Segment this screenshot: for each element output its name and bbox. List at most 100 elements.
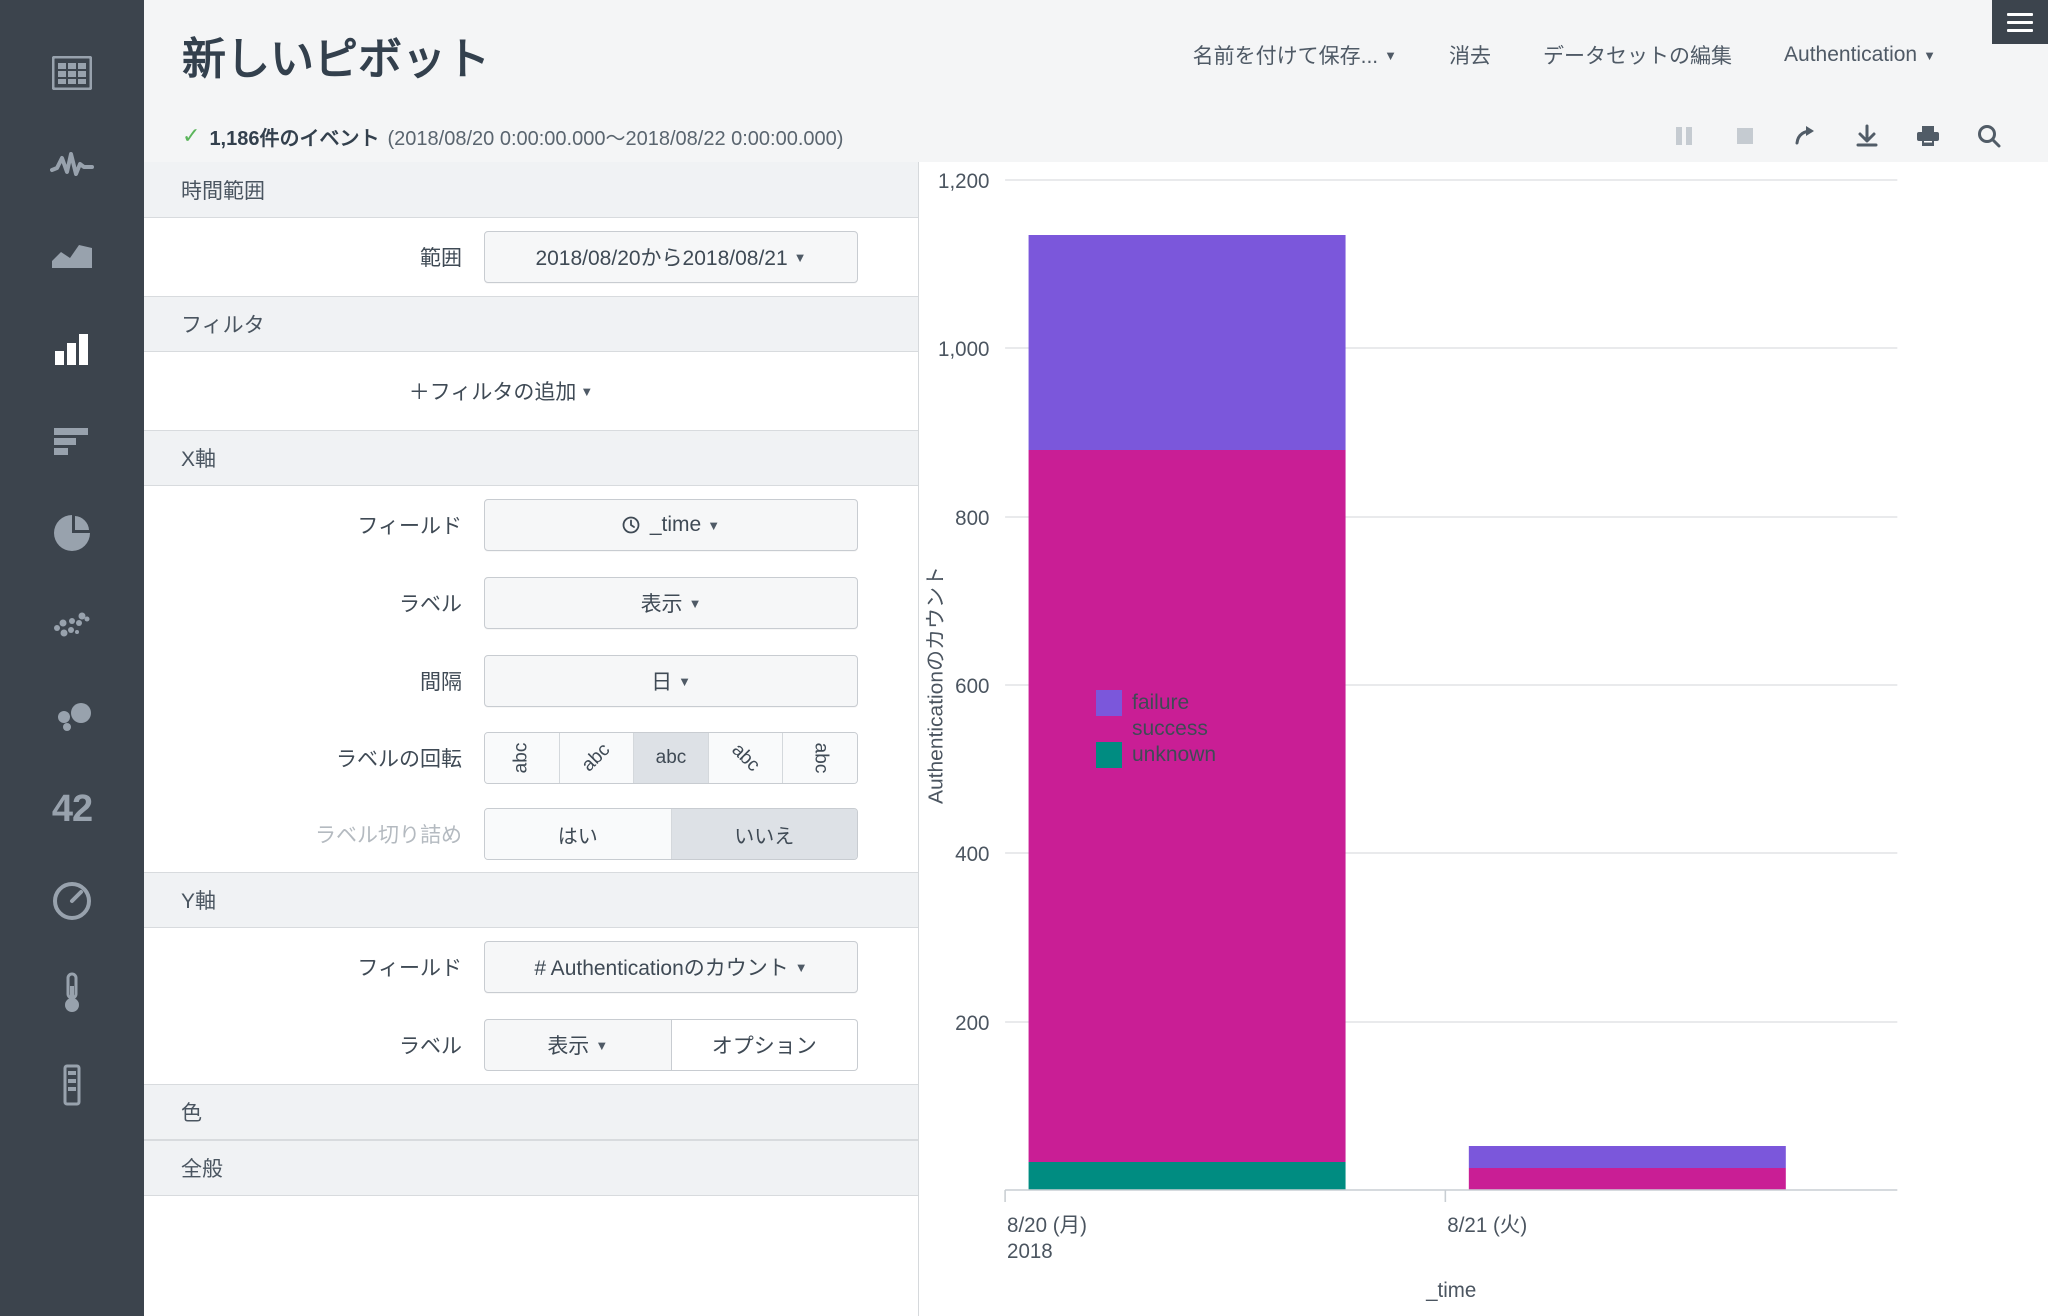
truncate-option-yes-label: はい	[557, 825, 598, 848]
chevron-down-icon: ▼	[1384, 47, 1398, 63]
range-label: 範囲	[420, 247, 462, 270]
sidebar-item-gauge-radial[interactable]	[35, 868, 109, 934]
legend-swatch-unknown[interactable]	[1096, 742, 1122, 768]
sidebar-item-horizontal-bar[interactable]	[35, 408, 109, 474]
rotation-option-3[interactable]: abc	[708, 733, 784, 783]
bar-segment-success-1	[1468, 1168, 1786, 1190]
clear-button[interactable]: 消去	[1449, 40, 1491, 70]
content-body: 時間範囲 範囲 2018/08/20から2018/08/21 ▼ フィルタ ＋フ…	[144, 162, 2048, 1316]
chevron-down-icon: ▼	[794, 959, 808, 975]
section-filter: フィルタ	[144, 296, 918, 352]
print-icon[interactable]	[1915, 123, 1941, 149]
x-label-value: 表示	[640, 593, 683, 616]
sidebar-item-scatter[interactable]	[35, 592, 109, 658]
rotation-option-1[interactable]: abc	[559, 733, 635, 783]
row-label-rotation: ラベルの回転 abc abc abc abc abc	[144, 720, 918, 796]
add-filter-button[interactable]: ＋フィルタの追加 ▼	[144, 365, 858, 417]
x-field-select[interactable]: _time ▼	[484, 499, 858, 551]
x-axis-line	[1004, 1189, 1898, 1202]
row-y-label: ラベル 表示 ▼ オプション	[144, 1006, 918, 1084]
single-value-label: 42	[51, 787, 93, 830]
app-header: 新しいピボット 名前を付けて保存... ▼ 消去 データセットの編集 Authe…	[144, 0, 2048, 110]
pause-icon[interactable]	[1671, 123, 1697, 149]
section-color: 色	[144, 1084, 918, 1140]
x-interval-value: 日	[651, 671, 673, 694]
svg-text:1,000: 1,000	[938, 338, 989, 361]
bar-segment-success-0	[1028, 450, 1346, 1162]
sidebar-item-bubble[interactable]	[35, 684, 109, 750]
rotation-option-4-label: abc	[810, 742, 832, 774]
y-label-options-button[interactable]: オプション	[671, 1019, 858, 1071]
y-label-options-label: オプション	[711, 1035, 817, 1058]
save-as-menu[interactable]: 名前を付けて保存... ▼	[1193, 40, 1397, 70]
sidebar-item-line[interactable]	[35, 132, 109, 198]
share-icon[interactable]	[1793, 123, 1819, 149]
sidebar-item-table[interactable]	[35, 40, 109, 106]
x-tick-labels: 8/20 (月) 2018 8/21 (火)	[1007, 1214, 1527, 1263]
chevron-down-icon: ▼	[595, 1037, 609, 1053]
y-label-select[interactable]: 表示 ▼	[484, 1019, 672, 1071]
clock-icon	[622, 516, 640, 534]
legend-swatch-failure[interactable]	[1096, 690, 1122, 716]
header-nav: 名前を付けて保存... ▼ 消去 データセットの編集 Authenticatio…	[1193, 40, 2012, 70]
legend-labels: failure success unknown	[1132, 690, 1216, 768]
pivot-config-panel: 時間範囲 範囲 2018/08/20から2018/08/21 ▼ フィルタ ＋フ…	[144, 162, 919, 1316]
x-interval-label: 間隔	[420, 671, 462, 694]
bar-segment-unknown-0	[1028, 1162, 1346, 1190]
visualization-sidebar: 42	[0, 0, 144, 1316]
sidebar-item-single-value[interactable]: 42	[35, 776, 109, 842]
label-rotation-label: ラベルの回転	[336, 748, 462, 771]
legend-label-failure[interactable]: failure	[1132, 690, 1216, 716]
chart-container: 1,200 1,000 800 600 400 200 Authenticati…	[919, 162, 2048, 1316]
x-label-select[interactable]: 表示 ▼	[484, 577, 858, 629]
label-rotation-group: abc abc abc abc abc	[484, 732, 858, 784]
time-range-value: 2018/08/20から2018/08/21	[535, 247, 788, 270]
search-icon[interactable]	[1976, 123, 2002, 149]
row-add-filter: ＋フィルタの追加 ▼	[144, 352, 918, 430]
sidebar-item-gauge-marker[interactable]	[35, 1052, 109, 1118]
sidebar-item-area[interactable]	[35, 224, 109, 290]
y-axis-title: Authenticationのカウント	[925, 566, 948, 804]
legend-label-success[interactable]: success	[1132, 716, 1216, 742]
x-tick-1-line1: 8/21 (火)	[1447, 1214, 1527, 1237]
x-interval-select[interactable]: 日 ▼	[484, 655, 858, 707]
rotation-option-2-label: abc	[655, 747, 687, 768]
time-range-picker[interactable]: 2018/08/20から2018/08/21 ▼	[484, 231, 858, 283]
row-label-truncate: ラベル切り詰め はい いいえ	[144, 796, 918, 872]
download-icon[interactable]	[1854, 123, 1880, 149]
legend-swatch-success[interactable]	[1096, 716, 1122, 742]
row-time-range: 範囲 2018/08/20から2018/08/21 ▼	[144, 218, 918, 296]
edit-dataset-button[interactable]: データセットの編集	[1543, 40, 1732, 70]
bar-segment-failure-0	[1028, 235, 1346, 450]
dataset-selector[interactable]: Authentication ▼	[1784, 43, 1936, 67]
y-field-select[interactable]: # Authenticationのカウント ▼	[484, 941, 858, 993]
sidebar-item-gauge-thermometer[interactable]	[35, 960, 109, 1026]
rotation-option-4[interactable]: abc	[783, 733, 857, 783]
legend-swatches	[1096, 690, 1122, 768]
truncate-option-no[interactable]: いいえ	[671, 809, 857, 859]
rotation-option-1-label: abc	[577, 739, 615, 776]
rotation-option-3-label: abc	[727, 739, 765, 776]
y-label-label: ラベル	[399, 1035, 462, 1058]
section-y-axis: Y軸	[144, 872, 918, 928]
stacked-bar-chart: 1,200 1,000 800 600 400 200 Authenticati…	[925, 170, 1898, 1302]
svg-text:200: 200	[955, 1012, 989, 1035]
sidebar-item-pie[interactable]	[35, 500, 109, 566]
x-axis-title: _time	[1425, 1279, 1476, 1302]
row-x-label: ラベル 表示 ▼	[144, 564, 918, 642]
rotation-option-0[interactable]: abc	[485, 733, 560, 783]
hamburger-icon[interactable]	[1992, 0, 2048, 44]
section-time-range: 時間範囲	[144, 162, 918, 218]
chevron-down-icon: ▼	[707, 517, 721, 533]
truncate-option-yes[interactable]: はい	[485, 809, 672, 859]
chevron-down-icon: ▼	[580, 383, 594, 399]
section-general: 全般	[144, 1140, 918, 1196]
sidebar-item-column-bar[interactable]	[35, 316, 109, 382]
label-truncate-label: ラベル切り詰め	[315, 824, 462, 847]
x-field-label: フィールド	[357, 515, 462, 538]
legend-label-unknown[interactable]: unknown	[1132, 742, 1216, 768]
save-as-label: 名前を付けて保存...	[1192, 45, 1379, 68]
stop-icon[interactable]	[1732, 123, 1758, 149]
rotation-option-2[interactable]: abc	[634, 733, 709, 783]
success-check-icon: ✓	[182, 123, 201, 148]
